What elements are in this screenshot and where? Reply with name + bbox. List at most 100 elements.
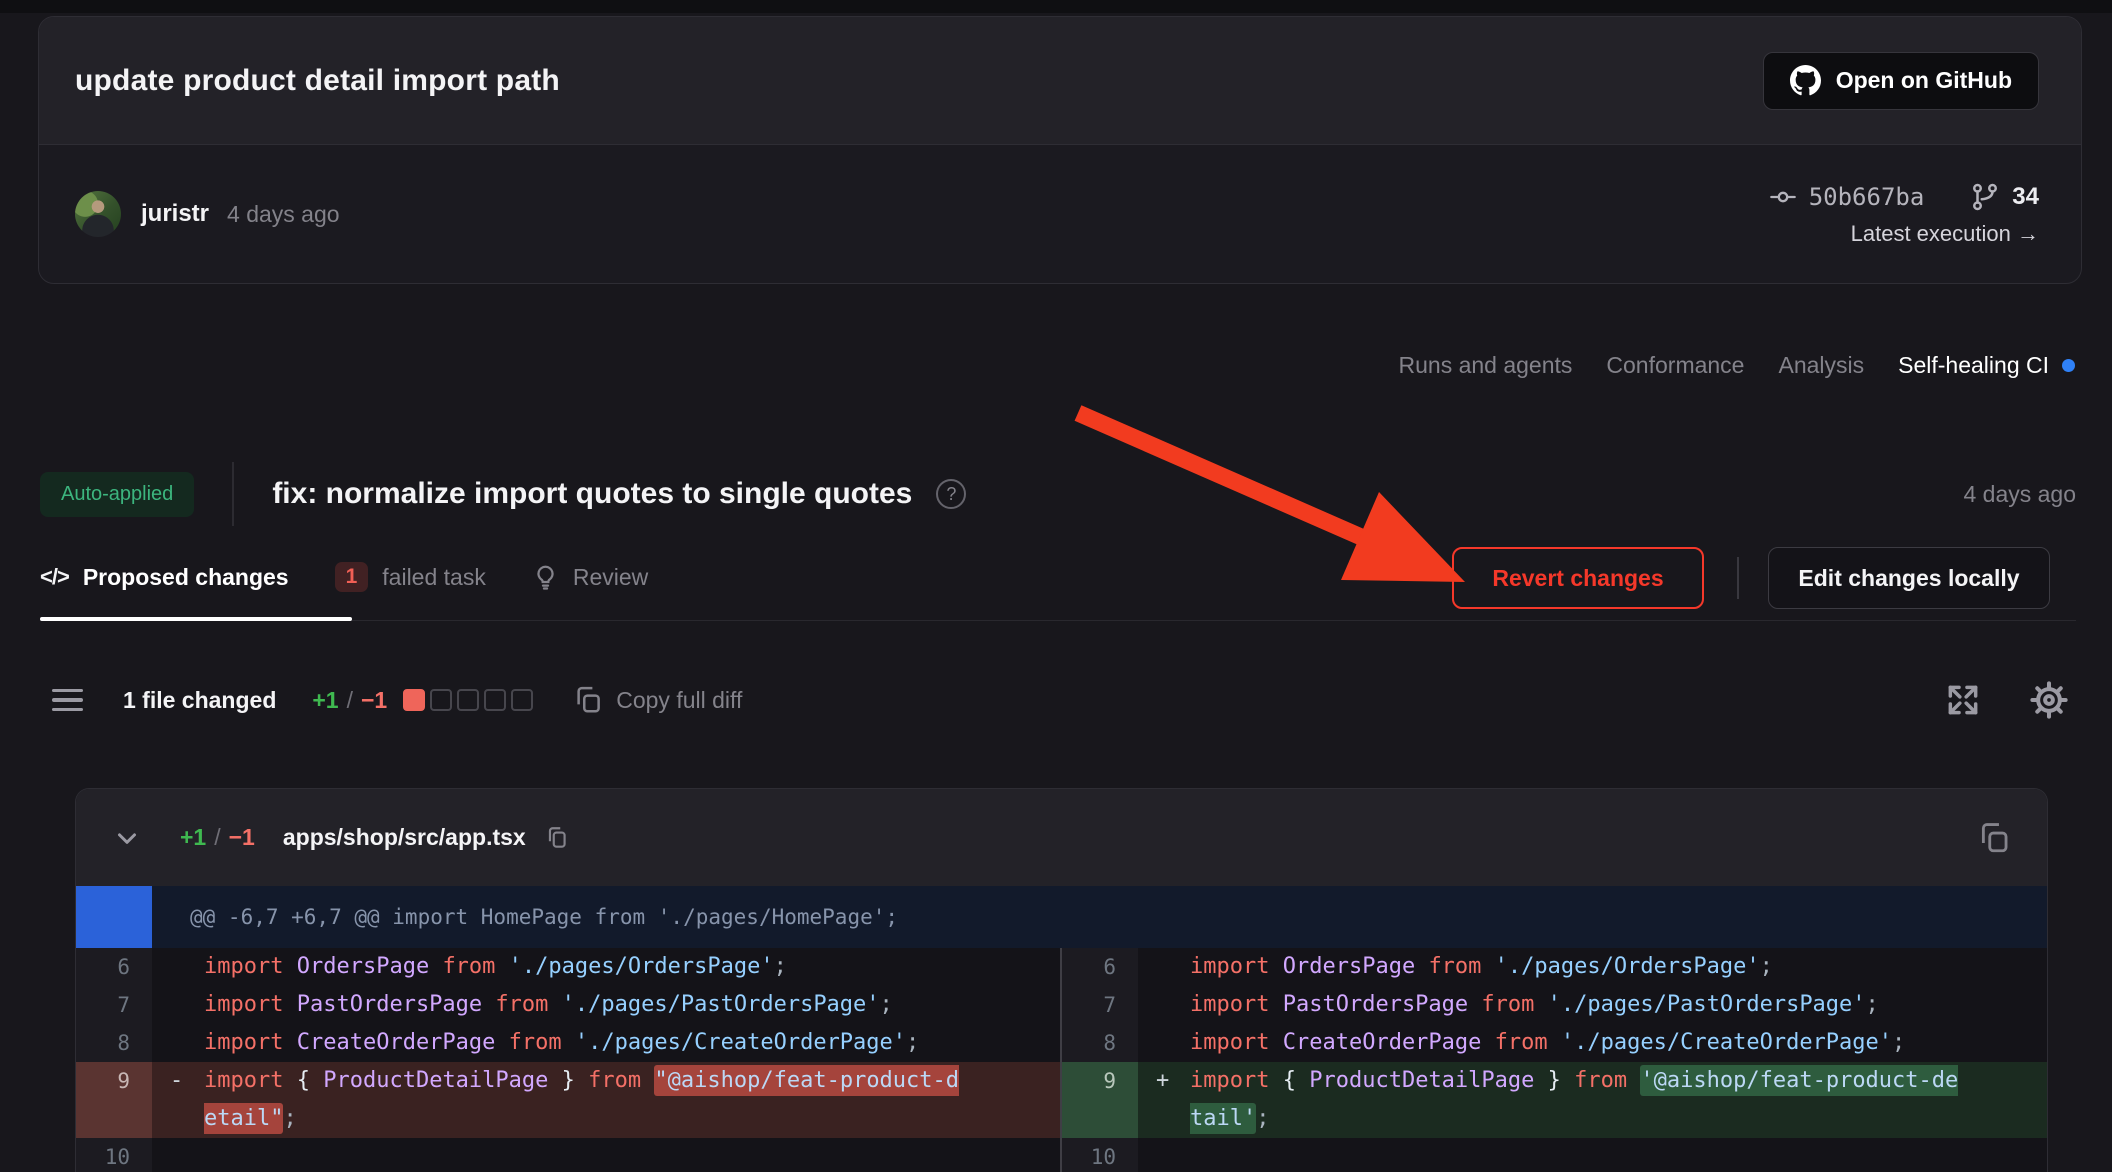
additions-stat: +1 <box>312 687 338 714</box>
diff-line: 9+import { ProductDetailPage } from '@ai… <box>1062 1062 2047 1138</box>
nav-item-analysis[interactable]: Analysis <box>1778 352 1864 379</box>
commit-title: update product detail import path <box>75 64 560 98</box>
help-icon[interactable]: ? <box>936 479 966 509</box>
execution-count: 34 <box>2012 183 2039 211</box>
github-icon <box>1790 65 1821 96</box>
file-diff-card: +1 / −1 apps/shop/src/app.tsx @@ -6,7 +6… <box>75 788 2048 1172</box>
diff-marker: + <box>1138 1062 1190 1138</box>
file-diff-header: +1 / −1 apps/shop/src/app.tsx <box>76 789 2047 886</box>
diff-ratio-block <box>403 689 425 711</box>
diff-settings-button[interactable] <box>2028 679 2070 721</box>
stat-slash: / <box>214 824 220 851</box>
commit-icon <box>1769 183 1797 211</box>
hunk-text: @@ -6,7 +6,7 @@ import HomePage from './… <box>152 886 898 948</box>
tab-label: failed task <box>382 564 486 591</box>
code-text: import PastOrdersPage from './pages/Past… <box>204 986 1060 1024</box>
diff-marker <box>152 1024 204 1062</box>
hunk-header: @@ -6,7 +6,7 @@ import HomePage from './… <box>76 886 2047 948</box>
diff-marker <box>1138 1138 1190 1172</box>
line-number[interactable]: 6 <box>76 948 152 986</box>
diff-pane-old: 6 import OrdersPage from './pages/OrdersP… <box>76 948 1060 1172</box>
file-additions: +1 <box>180 824 206 851</box>
line-number[interactable]: 8 <box>1062 1024 1138 1062</box>
line-number[interactable]: 8 <box>76 1024 152 1062</box>
diff-line: 7import PastOrdersPage from './pages/Pas… <box>1062 986 2047 1024</box>
diff-marker <box>1138 948 1190 986</box>
deletions-stat: −1 <box>361 687 387 714</box>
commit-hash-chip[interactable]: 50b667ba <box>1769 183 1925 211</box>
commit-time: 4 days ago <box>227 201 340 228</box>
nav-item-runs-and-agents[interactable]: Runs and agents <box>1399 352 1573 379</box>
commit-hash: 50b667ba <box>1809 183 1925 211</box>
line-number[interactable]: 7 <box>1062 986 1138 1024</box>
fullscreen-button[interactable] <box>1944 681 1982 719</box>
file-path: apps/shop/src/app.tsx <box>283 824 526 851</box>
branch-icon <box>1970 182 2000 212</box>
diff-pane-new: 6 import OrdersPage from './pages/OrdersP… <box>1062 948 2047 1172</box>
tab-label: Proposed changes <box>83 564 289 591</box>
line-number[interactable]: 9 <box>1062 1062 1138 1138</box>
file-deletions: −1 <box>229 824 255 851</box>
failed-count-badge: 1 <box>335 562 369 592</box>
code-icon: </> <box>40 564 69 590</box>
copy-file-diff-button[interactable] <box>1977 821 2011 855</box>
fix-title: fix: normalize import quotes to single q… <box>272 477 912 511</box>
line-number[interactable]: 6 <box>1062 948 1138 986</box>
commit-title-section: update product detail import path Open o… <box>39 17 2081 145</box>
revert-changes-button[interactable]: Revert changes <box>1452 547 1704 609</box>
copy-path-button[interactable] <box>544 825 570 851</box>
line-number[interactable]: 9 <box>76 1062 152 1138</box>
diff-ratio-blocks <box>403 689 533 711</box>
code-text: import { ProductDetailPage } from '@aish… <box>1190 1062 2047 1138</box>
chevron-down-icon[interactable] <box>112 823 142 853</box>
diff-line: 8 import CreateOrderPage from './pages/Cr… <box>1062 1024 2047 1062</box>
line-number[interactable]: 10 <box>1062 1138 1138 1172</box>
latest-execution-link[interactable]: Latest execution → <box>1851 221 2039 247</box>
file-list-toggle-icon[interactable] <box>52 689 83 712</box>
nav-item-label: Self-healing CI <box>1898 352 2049 379</box>
diff-line: 6 import OrdersPage from './pages/OrdersP… <box>76 948 1060 986</box>
line-number[interactable]: 7 <box>76 986 152 1024</box>
page-top-edge <box>0 0 2112 13</box>
code-text: import OrdersPage from './pages/OrdersPa… <box>204 948 1060 986</box>
nav-item-self-healing-ci[interactable]: Self-healing CI <box>1898 352 2075 379</box>
top-nav: Runs and agents Conformance Analysis Sel… <box>1399 352 2076 379</box>
edit-changes-locally-button[interactable]: Edit changes locally <box>1768 547 2050 609</box>
commit-header-card: update product detail import path Open o… <box>38 16 2082 284</box>
code-text: import { ProductDetailPage } from "@aish… <box>204 1062 1060 1138</box>
lightbulb-icon <box>532 564 559 591</box>
arrow-right-icon: → <box>2017 221 2039 246</box>
copy-full-diff-label: Copy full diff <box>616 687 742 714</box>
diff-split-view: 6import OrdersPage from './pages/OrdersP… <box>76 948 2047 1172</box>
diff-line: 9-import { ProductDetailPage } from "@ai… <box>76 1062 1060 1138</box>
avatar[interactable] <box>75 191 121 237</box>
diff-line: 10 <box>1062 1138 2047 1172</box>
code-text: import OrdersPage from './pages/OrdersPa… <box>1190 948 2047 986</box>
diff-line: 6 import OrdersPage from './pages/OrdersP… <box>1062 948 2047 986</box>
files-changed-count: 1 file changed <box>123 687 276 714</box>
tab-failed-task[interactable]: 1 failed task <box>335 562 486 592</box>
copy-full-diff-button[interactable]: Copy full diff <box>573 685 742 715</box>
tab-review[interactable]: Review <box>532 564 648 591</box>
diff-ratio-block <box>484 689 506 711</box>
diff-marker <box>152 986 204 1024</box>
line-number[interactable]: 10 <box>76 1138 152 1172</box>
auto-applied-badge: Auto-applied <box>40 472 194 517</box>
code-text: import CreateOrderPage from './pages/Cre… <box>1190 1024 2047 1062</box>
tab-label: Review <box>573 564 648 591</box>
diff-marker: - <box>152 1062 204 1138</box>
diff-line: 8import CreateOrderPage from './pages/Cr… <box>76 1024 1060 1062</box>
execution-count-chip[interactable]: 34 <box>1970 182 2039 212</box>
nav-item-conformance[interactable]: Conformance <box>1606 352 1744 379</box>
hunk-gutter-block <box>76 886 152 948</box>
open-on-github-button[interactable]: Open on GitHub <box>1763 52 2039 110</box>
tab-proposed-changes[interactable]: </> Proposed changes <box>40 564 289 591</box>
diff-ratio-block <box>457 689 479 711</box>
divider <box>1737 557 1739 599</box>
diff-marker <box>1138 986 1190 1024</box>
diff-marker <box>152 948 204 986</box>
active-tab-underline <box>40 617 352 621</box>
diff-toolbar: 1 file changed +1 / −1 Copy full diff <box>52 676 742 724</box>
diff-marker <box>152 1138 204 1172</box>
diff-ratio-block <box>430 689 452 711</box>
